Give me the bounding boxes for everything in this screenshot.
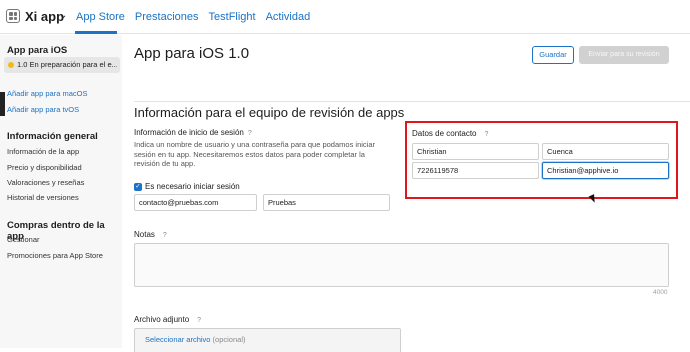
select-file-link[interactable]: Seleccionar archivo (opcional) <box>145 335 245 344</box>
select-file-text[interactable]: Seleccionar archivo <box>145 335 210 344</box>
review-info-section-title: Información para el equipo de revisión d… <box>134 105 405 120</box>
main-content: App para iOS 1.0 Guardar Enviar para su … <box>122 35 690 352</box>
active-tab-indicator <box>75 31 117 34</box>
contact-info-label: Datos de contacto? <box>412 129 488 138</box>
help-icon[interactable]: ? <box>484 131 488 138</box>
sidebar-platform-heading: App para iOS <box>7 45 68 56</box>
page-title: App para iOS 1.0 <box>134 45 250 62</box>
top-nav: App Store Prestaciones TestFlight Activi… <box>76 11 310 23</box>
contact-info-label-text: Datos de contacto <box>412 129 477 138</box>
sidebar-item-ratings[interactable]: Valoraciones y reseñas <box>7 178 84 187</box>
sidebar-item-app-info[interactable]: Información de la app <box>7 147 79 156</box>
save-button[interactable]: Guardar <box>532 46 574 64</box>
contact-email-field[interactable]: Christian@apphive.io <box>542 162 669 179</box>
notes-label: Notas? <box>134 230 167 239</box>
tab-prestaciones[interactable]: Prestaciones <box>135 11 199 23</box>
sidebar-item-promotions[interactable]: Promociones para App Store <box>7 251 103 260</box>
notes-textarea[interactable] <box>134 243 669 287</box>
add-macos-link[interactable]: Añadir app para macOS <box>7 89 87 98</box>
username-field[interactable]: contacto@pruebas.com <box>134 194 257 211</box>
contact-last-name-field[interactable]: Cuenca <box>542 143 669 160</box>
window-edge-handle <box>0 92 5 116</box>
help-icon[interactable]: ? <box>163 232 167 239</box>
login-info-label-text: Información de inicio de sesión <box>134 128 244 137</box>
version-label: 1.0 En preparación para el e... <box>17 60 117 69</box>
submit-for-review-button[interactable]: Enviar para su revisión <box>579 46 669 64</box>
tab-actividad[interactable]: Actividad <box>266 11 311 23</box>
contact-phone-field[interactable]: 7226119578 <box>412 162 539 179</box>
sidebar-item-pricing[interactable]: Precio y disponibilidad <box>7 163 82 172</box>
contact-first-name-field[interactable]: Christian <box>412 143 539 160</box>
sidebar-general-heading: Información general <box>7 131 98 142</box>
password-field[interactable]: Pruebas <box>263 194 390 211</box>
optional-text: (opcional) <box>212 335 246 344</box>
login-required-checkbox[interactable]: ✓ <box>134 183 142 191</box>
attachment-label-text: Archivo adjunto <box>134 315 190 324</box>
sidebar-item-manage[interactable]: Gestionar <box>7 235 40 244</box>
sidebar-item-history[interactable]: Historial de versiones <box>7 193 79 202</box>
login-description: Indica un nombre de usuario y una contra… <box>134 140 375 168</box>
chevron-down-icon[interactable]: ⌄ <box>59 10 67 21</box>
status-dot-icon <box>8 62 14 68</box>
login-required-label: Es necesario iniciar sesión <box>145 182 240 191</box>
add-tvos-link[interactable]: Añadir app para tvOS <box>7 105 79 114</box>
login-info-label: Información de inicio de sesión? <box>134 128 252 137</box>
top-bar: Xi app ⌄ App Store Prestaciones TestFlig… <box>0 0 690 34</box>
app-grid-icon[interactable] <box>6 9 20 23</box>
notes-label-text: Notas <box>134 230 155 239</box>
attachment-label: Archivo adjunto? <box>134 315 201 324</box>
sidebar: App para iOS 1.0 En preparación para el … <box>0 35 122 348</box>
notes-char-counter: 4000 <box>653 289 668 296</box>
help-icon[interactable]: ? <box>197 317 201 324</box>
section-divider <box>134 101 690 102</box>
tab-testflight[interactable]: TestFlight <box>209 11 256 23</box>
help-icon[interactable]: ? <box>248 130 252 137</box>
attachment-box: Seleccionar archivo (opcional) <box>134 328 401 352</box>
sidebar-version-item[interactable]: 1.0 En preparación para el e... <box>4 57 120 73</box>
tab-app-store[interactable]: App Store <box>76 11 125 23</box>
